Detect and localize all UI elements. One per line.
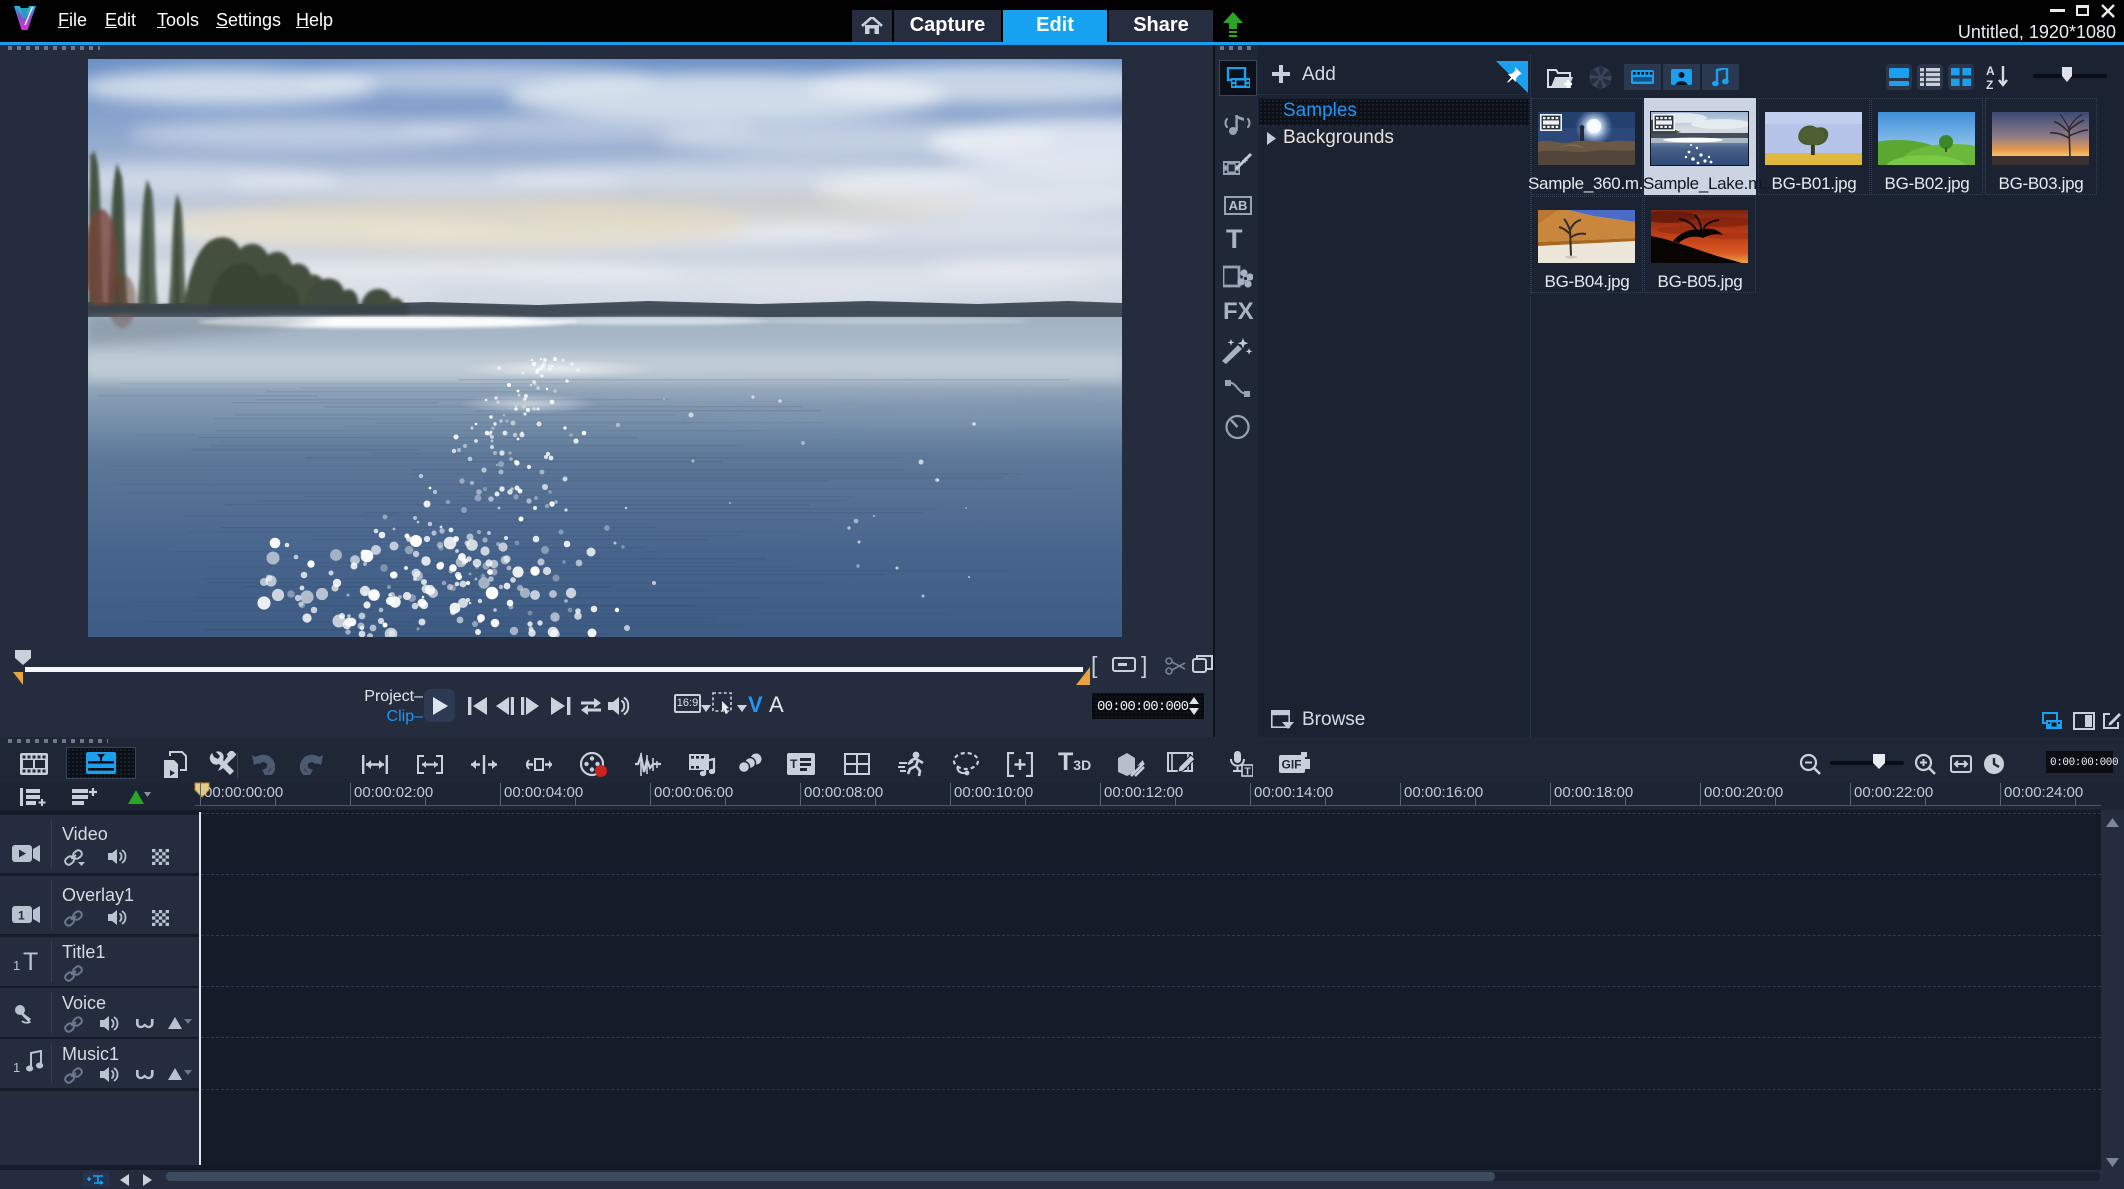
- svg-text:A: A: [1986, 64, 1995, 78]
- svg-text:GIF: GIF: [1282, 758, 1302, 772]
- svg-text:Z: Z: [1986, 78, 1993, 90]
- svg-text:T: T: [790, 757, 798, 771]
- svg-text:T: T: [1245, 767, 1251, 778]
- svg-text:1: 1: [18, 909, 25, 923]
